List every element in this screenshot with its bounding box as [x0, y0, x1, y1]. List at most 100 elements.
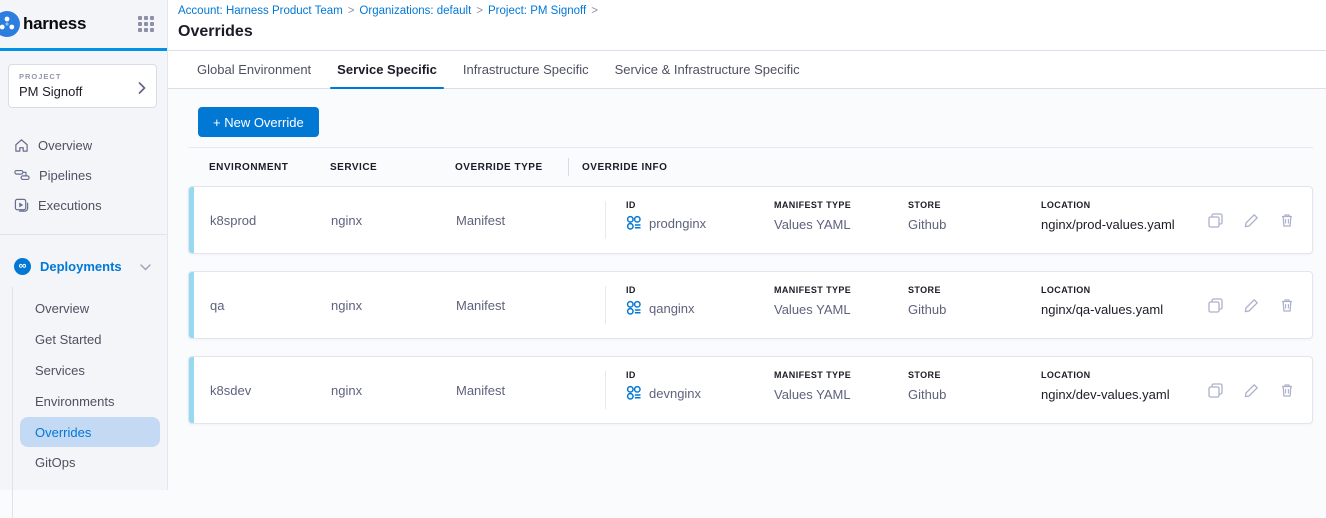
manifest-type-label: MANIFEST TYPE [774, 285, 851, 295]
id-cell: ID qanginx [626, 285, 695, 316]
overrides-content: + New Override ENVIRONMENT SERVICE OVERR… [168, 89, 1326, 490]
location-value: nginx/qa-values.yaml [1041, 302, 1163, 317]
location-label: LOCATION [1041, 370, 1170, 380]
store-label: STORE [908, 285, 946, 295]
app-grid-icon[interactable] [138, 16, 154, 32]
deployments-icon: ∞ [14, 258, 31, 275]
manifest-type-label: MANIFEST TYPE [774, 370, 851, 380]
store-value: Github [908, 217, 946, 232]
page-header: Account: Harness Product Team > Organizati… [168, 0, 1326, 51]
breadcrumb-account-link[interactable]: Account: Harness Product Team [178, 5, 343, 17]
store-label: STORE [908, 200, 946, 210]
sidebar-item-label: Pipelines [39, 168, 92, 183]
table-row[interactable]: k8sprod nginx Manifest ID prodnginx MANI… [188, 186, 1313, 254]
sidebar-item-deployments[interactable]: ∞ Deployments [0, 251, 167, 281]
sidebar-item-get-started[interactable]: Get Started [0, 324, 167, 355]
store-value: Github [908, 387, 946, 402]
override-type-cell: Manifest [456, 187, 505, 253]
subnav-label: GitOps [35, 455, 75, 470]
column-header-override-type: OVERRIDE TYPE [455, 162, 543, 173]
project-selector[interactable]: PROJECT PM Signoff [8, 64, 157, 108]
pipelines-icon [14, 168, 30, 182]
service-cell: nginx [331, 187, 362, 253]
sidebar-item-label: Executions [38, 198, 102, 213]
column-header-override-info: OVERRIDE INFO [582, 162, 667, 173]
edit-icon[interactable] [1244, 213, 1259, 228]
tab-service-and-infrastructure-specific[interactable]: Service & Infrastructure Specific [608, 51, 807, 88]
subnav-label: Environments [35, 394, 114, 409]
id-value: qanginx [649, 301, 695, 316]
sidebar-item-services[interactable]: Services [0, 355, 167, 386]
location-value: nginx/prod-values.yaml [1041, 217, 1175, 232]
location-cell: LOCATION nginx/prod-values.yaml [1041, 200, 1175, 232]
location-label: LOCATION [1041, 200, 1175, 210]
service-cell: nginx [331, 357, 362, 423]
harness-logo-icon [0, 11, 20, 37]
tab-service-specific[interactable]: Service Specific [330, 51, 444, 88]
sidebar-item-label: Overview [38, 138, 92, 153]
row-divider [605, 286, 606, 324]
copy-icon[interactable] [1208, 383, 1223, 398]
sidebar-item-environments[interactable]: Environments [0, 386, 167, 417]
edit-icon[interactable] [1244, 383, 1259, 398]
edit-icon[interactable] [1244, 298, 1259, 313]
logo-text[interactable]: harness [23, 14, 86, 34]
new-override-button[interactable]: + New Override [198, 107, 319, 137]
project-name: PM Signoff [19, 84, 146, 99]
location-value: nginx/dev-values.yaml [1041, 387, 1170, 402]
store-cell: STORE Github [908, 370, 946, 402]
table-row[interactable]: qa nginx Manifest ID qanginx MANIFEST TY… [188, 271, 1313, 339]
manifest-type-label: MANIFEST TYPE [774, 200, 851, 210]
delete-icon[interactable] [1280, 383, 1294, 398]
tab-global-environment[interactable]: Global Environment [190, 51, 318, 88]
id-cell: ID devnginx [626, 370, 701, 401]
id-cell: ID prodnginx [626, 200, 706, 231]
table-header: ENVIRONMENT SERVICE OVERRIDE TYPE OVERRI… [188, 148, 1313, 186]
override-type-cell: Manifest [456, 357, 505, 423]
delete-icon[interactable] [1280, 213, 1294, 228]
sidebar-item-overrides[interactable]: Overrides [20, 417, 160, 447]
id-label: ID [626, 200, 706, 210]
id-label: ID [626, 370, 701, 380]
manifest-type-cell: MANIFEST TYPE Values YAML [774, 285, 851, 317]
breadcrumb-separator: > [591, 5, 598, 17]
row-accent-bar [189, 272, 194, 338]
row-actions [1208, 272, 1294, 338]
delete-icon[interactable] [1280, 298, 1294, 313]
sidebar-item-deployments-overview[interactable]: Overview [0, 293, 167, 324]
store-cell: STORE Github [908, 200, 946, 232]
service-cell: nginx [331, 272, 362, 338]
breadcrumb-separator: > [476, 5, 483, 17]
table-row[interactable]: k8sdev nginx Manifest ID devnginx MANIFE… [188, 356, 1313, 424]
chevron-right-icon [138, 81, 146, 99]
subnav-label: Services [35, 363, 85, 378]
breadcrumb-org-link[interactable]: Organizations: default [359, 5, 471, 17]
manifest-type-value: Values YAML [774, 387, 851, 402]
row-actions [1208, 187, 1294, 253]
page-title: Overrides [178, 23, 1326, 41]
copy-icon[interactable] [1208, 298, 1223, 313]
header-divider [568, 158, 569, 176]
chevron-down-icon [140, 259, 151, 274]
id-grid-icon [626, 300, 642, 316]
store-value: Github [908, 302, 946, 317]
location-cell: LOCATION nginx/qa-values.yaml [1041, 285, 1163, 317]
tab-infrastructure-specific[interactable]: Infrastructure Specific [456, 51, 596, 88]
sidebar-item-gitops[interactable]: GitOps [0, 447, 167, 478]
logo-row: harness [0, 0, 167, 48]
home-icon [14, 138, 29, 153]
row-actions [1208, 357, 1294, 423]
breadcrumb-project-link[interactable]: Project: PM Signoff [488, 5, 586, 17]
subnav-label: Overrides [35, 425, 91, 440]
row-accent-bar [189, 357, 194, 423]
id-value: devnginx [649, 386, 701, 401]
sidebar-item-overview[interactable]: Overview [0, 130, 167, 160]
sidebar-item-pipelines[interactable]: Pipelines [0, 160, 167, 190]
id-grid-icon [626, 215, 642, 231]
sidebar-item-executions[interactable]: Executions [0, 190, 167, 220]
override-type-cell: Manifest [456, 272, 505, 338]
store-label: STORE [908, 370, 946, 380]
copy-icon[interactable] [1208, 213, 1223, 228]
column-header-service: SERVICE [330, 162, 377, 173]
override-tabs: Global Environment Service Specific Infr… [168, 51, 1326, 89]
